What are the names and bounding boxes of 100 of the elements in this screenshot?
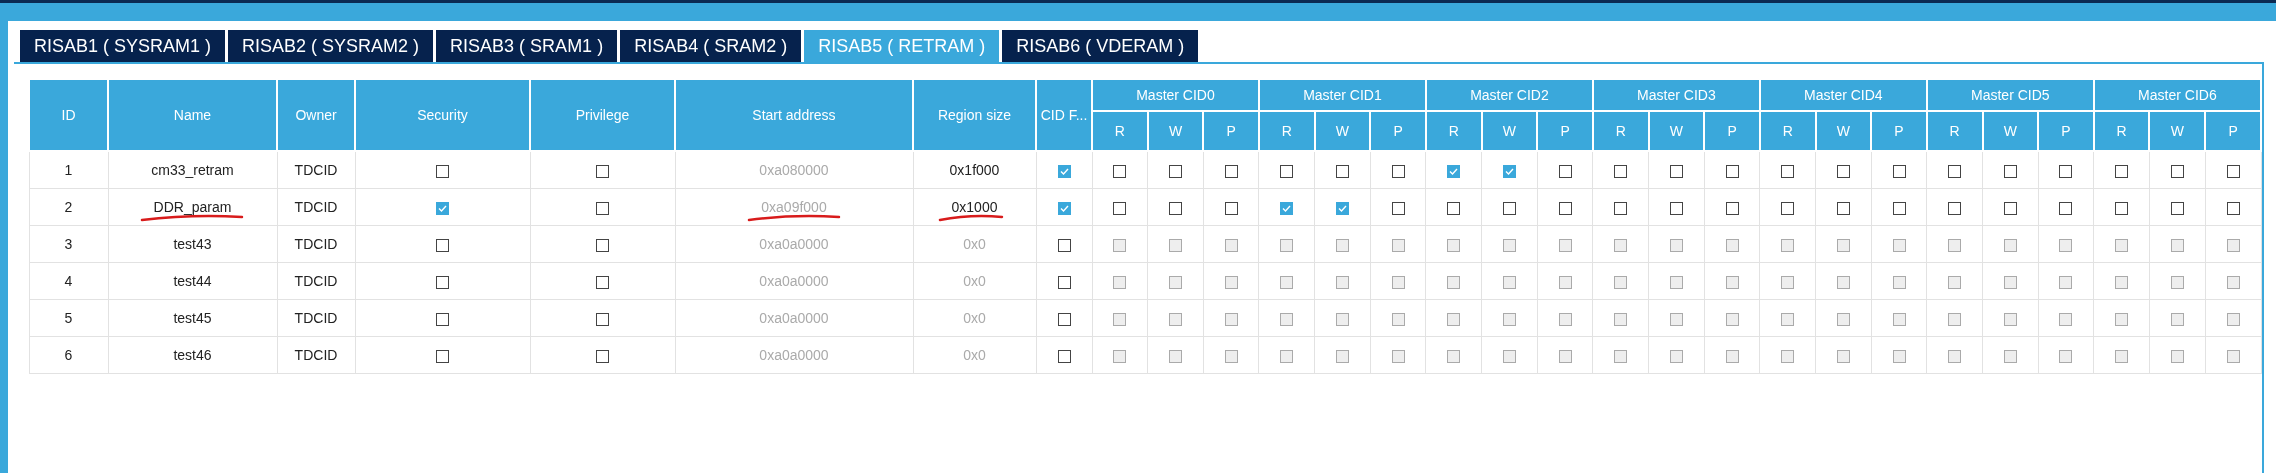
column-header: W (1982, 111, 2039, 151)
tab[interactable]: RISAB6 ( VDERAM ) (1002, 30, 1199, 62)
table-cell-text: 0xa0a0000 (759, 347, 829, 363)
table-cell-text: DDR_param (153, 199, 232, 215)
tab[interactable]: RISAB3 ( SRAM1 ) (436, 30, 618, 62)
checkbox[interactable] (1224, 164, 1238, 178)
table-cell-text: 0x0 (963, 347, 986, 363)
checkbox[interactable] (1280, 201, 1294, 215)
checkbox[interactable] (1502, 201, 1516, 215)
column-header: Start address (675, 79, 913, 151)
column-header: ID (29, 79, 108, 151)
column-header: R (1926, 111, 1983, 151)
checkbox[interactable] (1391, 201, 1405, 215)
checkbox[interactable] (1391, 164, 1405, 178)
checkbox[interactable] (1113, 201, 1127, 215)
column-header: Security (355, 79, 530, 151)
checkbox[interactable] (1280, 164, 1294, 178)
checkbox[interactable] (1558, 201, 1572, 215)
checkbox[interactable] (1669, 201, 1683, 215)
column-header: P (1537, 111, 1593, 151)
table-cell-text: 0xa09f000 (761, 199, 827, 215)
checkbox[interactable] (2226, 201, 2240, 215)
column-group-header: Master CID3 (1592, 79, 1760, 111)
checkbox[interactable] (1781, 201, 1795, 215)
checkbox[interactable] (2059, 164, 2073, 178)
checkbox[interactable] (2059, 201, 2073, 215)
column-header: CID F... (1036, 79, 1092, 151)
table-cell-text: 3 (64, 236, 73, 252)
checkbox[interactable] (1335, 201, 1349, 215)
checkbox[interactable] (1169, 164, 1182, 178)
column-group-header: Master CID6 (2093, 79, 2261, 111)
checkbox[interactable] (1447, 164, 1461, 178)
column-header: W (1147, 111, 1204, 151)
table-cell-text: TDCID (294, 236, 338, 252)
checkbox[interactable] (1169, 201, 1182, 215)
column-header: W (1314, 111, 1371, 151)
table-cell-text: TDCID (294, 347, 338, 363)
table-cell-text: 0xa0a0000 (759, 236, 829, 252)
checkbox[interactable] (436, 164, 449, 178)
checkbox[interactable] (1113, 164, 1127, 178)
column-header: P (1871, 111, 1927, 151)
checkbox[interactable] (1781, 164, 1795, 178)
column-group-header: Master CID1 (1258, 79, 1426, 111)
checkbox[interactable] (2170, 201, 2184, 215)
column-header: Owner (277, 79, 355, 151)
checkbox[interactable] (1669, 164, 1683, 178)
checkbox[interactable] (2226, 164, 2240, 178)
column-header: W (2149, 111, 2206, 151)
column-header: P (1370, 111, 1426, 151)
checkbox[interactable] (1614, 201, 1628, 215)
checkbox[interactable] (1057, 164, 1071, 178)
checkbox[interactable] (596, 201, 609, 215)
tab[interactable]: RISAB2 ( SYSRAM2 ) (228, 30, 434, 62)
checkbox[interactable] (436, 201, 449, 215)
table-cell-text: cm33_retram (151, 162, 234, 178)
checkbox[interactable] (1948, 164, 1962, 178)
checkbox[interactable] (2170, 164, 2184, 178)
checkbox[interactable] (1057, 201, 1071, 215)
table-cell-text: 2 (64, 199, 73, 215)
column-header: R (1258, 111, 1315, 151)
checkbox[interactable] (1836, 201, 1850, 215)
table-cell-text: test43 (173, 236, 212, 252)
checkbox[interactable] (1447, 201, 1461, 215)
column-header: P (2038, 111, 2094, 151)
checkbox[interactable] (2115, 201, 2129, 215)
checkbox[interactable] (1224, 201, 1238, 215)
checkbox[interactable] (1892, 164, 1906, 178)
column-header: P (1203, 111, 1259, 151)
table-cell-text: TDCID (294, 273, 338, 289)
column-group-header: Master CID2 (1425, 79, 1593, 111)
tab[interactable]: RISAB4 ( SRAM2 ) (620, 30, 802, 62)
column-header: P (2205, 111, 2261, 151)
column-group-header: Master CID4 (1759, 79, 1927, 111)
tab[interactable]: RISAB1 ( SYSRAM1 ) (20, 30, 226, 62)
table-cell-text: test46 (173, 347, 212, 363)
column-header: R (1759, 111, 1816, 151)
checkbox[interactable] (1502, 164, 1516, 178)
checkbox[interactable] (596, 164, 609, 178)
checkbox[interactable] (1892, 201, 1906, 215)
table-cell-text: TDCID (294, 162, 338, 178)
checkbox[interactable] (2115, 164, 2129, 178)
column-header: R (1092, 111, 1148, 151)
checkbox[interactable] (1725, 164, 1739, 178)
column-group-header: Master CID0 (1092, 79, 1259, 111)
table-cell-text: test45 (173, 310, 212, 326)
table-cell-text: 0xa0a0000 (759, 310, 829, 326)
checkbox[interactable] (1948, 201, 1962, 215)
checkbox[interactable] (1558, 164, 1572, 178)
column-header: Privilege (530, 79, 675, 151)
checkbox[interactable] (1614, 164, 1628, 178)
checkbox[interactable] (1836, 164, 1850, 178)
table-cell-text: 0xa0a0000 (759, 273, 829, 289)
checkbox[interactable] (1335, 164, 1349, 178)
column-header: W (1815, 111, 1872, 151)
checkbox[interactable] (2003, 164, 2017, 178)
checkbox[interactable] (1725, 201, 1739, 215)
checkbox[interactable] (2003, 201, 2017, 215)
table-cell-text: 6 (64, 347, 73, 363)
table-cell-text: TDCID (294, 199, 338, 215)
column-header: R (1592, 111, 1649, 151)
